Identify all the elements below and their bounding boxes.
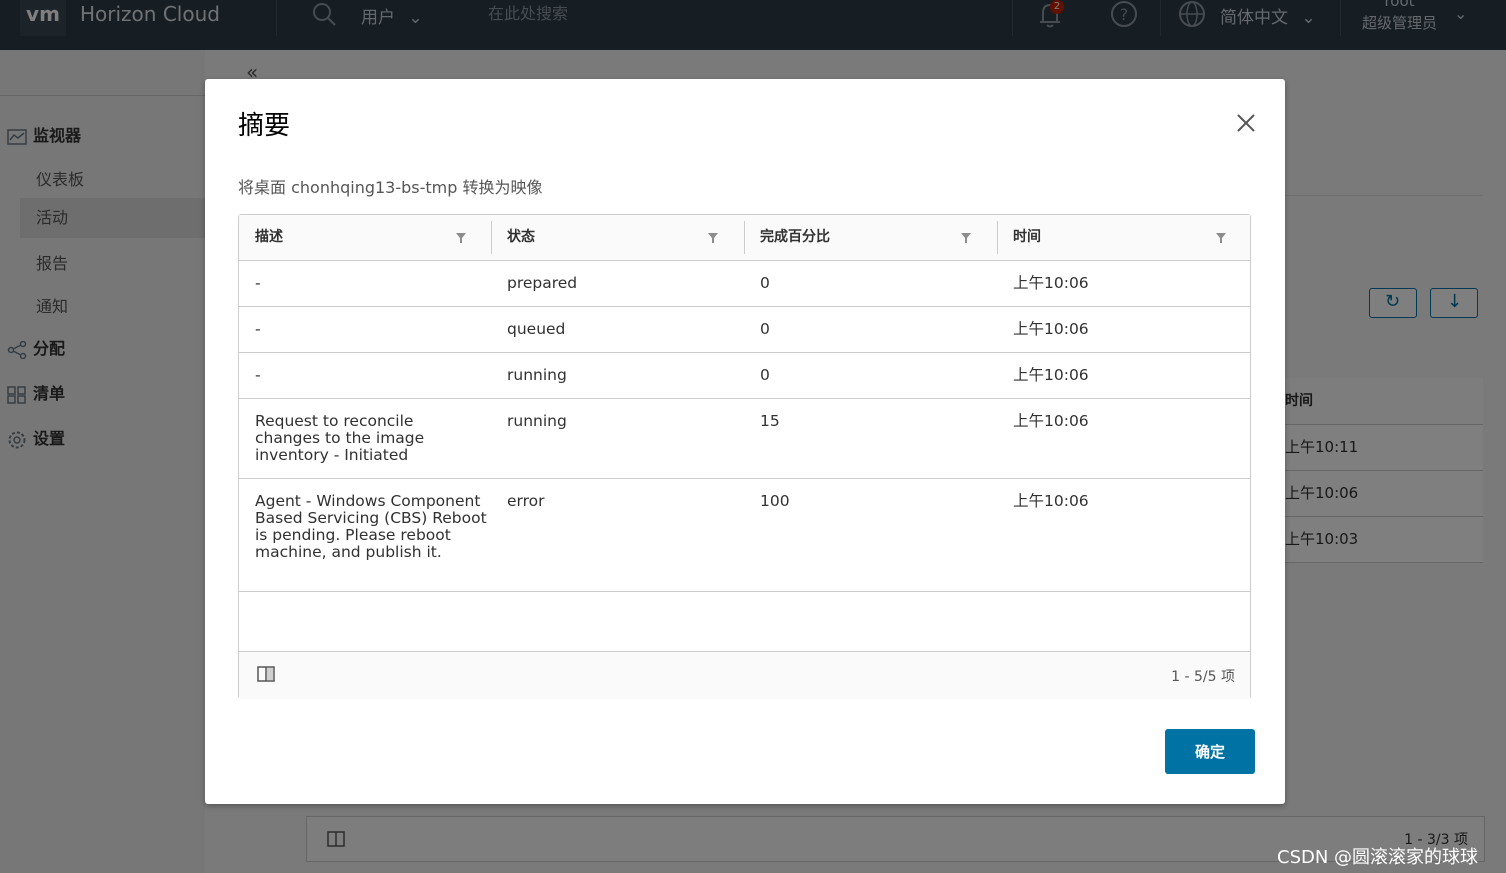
status-cell: error (507, 492, 545, 510)
status-cell: running (507, 412, 567, 430)
percent-cell: 0 (760, 320, 770, 338)
description-cell: Agent - Windows Component Based Servicin… (255, 492, 487, 561)
time-cell: 上午10:06 (1013, 320, 1089, 338)
description-cell: Request to reconcile changes to the imag… (255, 412, 425, 464)
column-header-label: 描述 (255, 229, 283, 245)
description-cell: - (255, 274, 261, 292)
filter-icon[interactable] (960, 232, 972, 244)
table-header: 描述 状态 完成百分比 时间 (239, 215, 1250, 261)
table-row[interactable]: Agent - Windows Component Based Servicin… (239, 479, 1250, 592)
column-separator[interactable] (744, 221, 745, 254)
ok-button[interactable]: 确定 (1165, 729, 1255, 774)
column-header-label: 时间 (1013, 229, 1041, 245)
status-cell: prepared (507, 274, 578, 292)
time-cell: 上午10:06 (1013, 366, 1089, 384)
column-header-label: 完成百分比 (760, 229, 830, 245)
table-row[interactable]: Request to reconcile changes to the imag… (239, 399, 1250, 479)
status-cell: queued (507, 320, 566, 338)
summary-modal: 摘要 将桌面 chonhqing13-bs-tmp 转换为映像 描述 状态 完成… (205, 79, 1285, 804)
description-cell: - (255, 320, 261, 338)
time-cell: 上午10:06 (1013, 274, 1089, 292)
column-header-status[interactable]: 状态 (507, 215, 742, 260)
column-header-description[interactable]: 描述 (255, 215, 490, 260)
status-cell: running (507, 366, 567, 384)
column-header-percent[interactable]: 完成百分比 (760, 215, 995, 260)
filter-icon[interactable] (455, 232, 467, 244)
time-cell: 上午10:06 (1013, 412, 1089, 430)
time-cell: 上午10:06 (1013, 492, 1089, 510)
percent-cell: 0 (760, 366, 770, 384)
description-cell: - (255, 366, 261, 384)
percent-cell: 0 (760, 274, 770, 292)
column-header-time[interactable]: 时间 (1013, 215, 1248, 260)
modal-subtitle: 将桌面 chonhqing13-bs-tmp 转换为映像 (238, 178, 543, 197)
datagrid-footer: 1 - 5/5 项 (239, 651, 1250, 699)
filter-icon[interactable] (707, 232, 719, 244)
modal-title: 摘要 (238, 111, 291, 141)
summary-datagrid: 描述 状态 完成百分比 时间 - prepared 0 上午10:06 - qu… (238, 214, 1251, 699)
column-separator[interactable] (491, 221, 492, 254)
percent-cell: 15 (760, 412, 780, 430)
column-separator[interactable] (997, 221, 998, 254)
pagination-count: 1 - 5/5 项 (1171, 669, 1235, 685)
table-row[interactable]: - running 0 上午10:06 (239, 353, 1250, 399)
table-row[interactable]: - prepared 0 上午10:06 (239, 261, 1250, 307)
column-header-label: 状态 (507, 229, 535, 245)
watermark: CSDN @圆滚滚家的球球 (1277, 847, 1479, 868)
percent-cell: 100 (760, 492, 790, 510)
filter-icon[interactable] (1215, 232, 1227, 244)
table-row[interactable]: - queued 0 上午10:06 (239, 307, 1250, 353)
close-icon[interactable] (1234, 111, 1258, 135)
column-toggle-icon[interactable] (257, 666, 275, 682)
